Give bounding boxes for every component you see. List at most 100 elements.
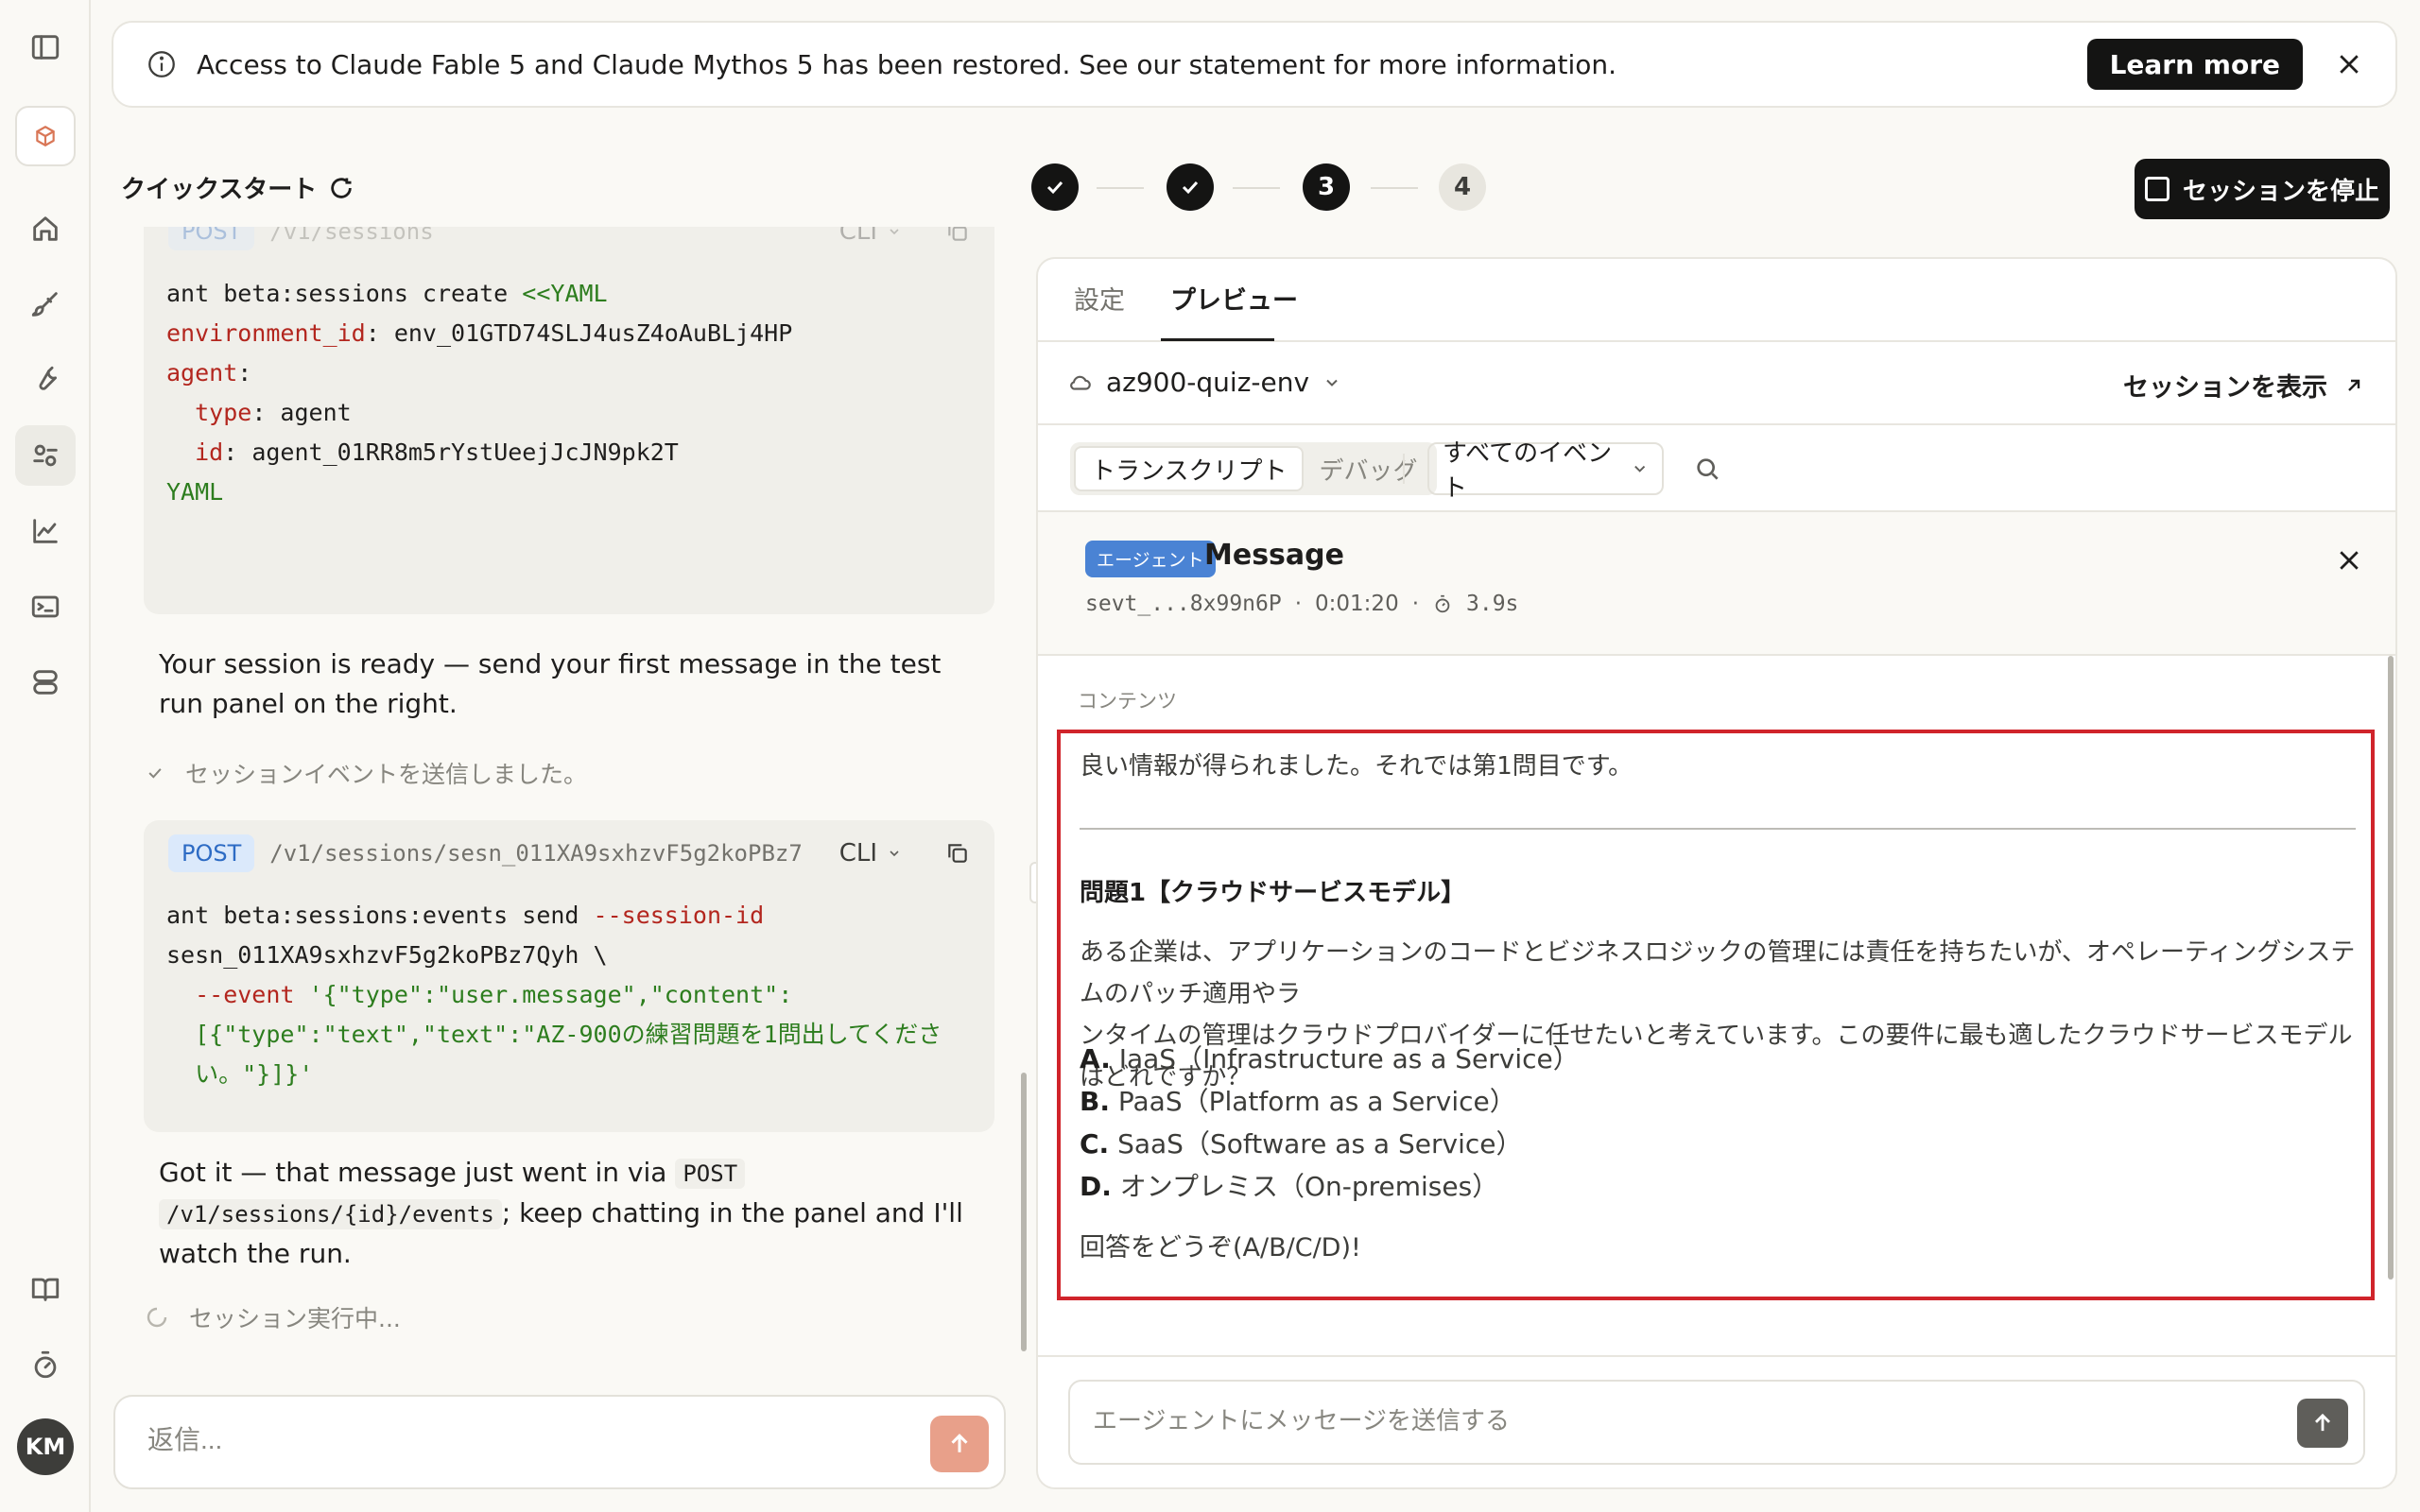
step-2 xyxy=(1167,163,1214,211)
stop-icon xyxy=(2144,177,2169,201)
agent-message-input[interactable] xyxy=(1093,1406,2227,1435)
code-card-send-event: POST /v1/sessions/sesn_011XA9sxhzvF5g2ko… xyxy=(144,820,994,1132)
cli-dropdown[interactable]: CLI xyxy=(839,839,902,868)
event-title: Message xyxy=(1204,539,1344,572)
code-card-create-session: POST /v1/sessions CLI ant beta:sessions … xyxy=(144,227,994,614)
answer-prompt: 回答をどうぞ(A/B/C/D)! xyxy=(1080,1233,1361,1263)
cli-dropdown[interactable]: CLI xyxy=(839,227,902,246)
banner-text: Access to Claude Fable 5 and Claude Myth… xyxy=(197,48,1617,80)
user-avatar[interactable]: KM xyxy=(17,1418,74,1475)
got-it-text: Got it — that message just went in via P… xyxy=(159,1157,963,1269)
event-filter-select[interactable]: すべてのイベント xyxy=(1427,439,1664,503)
stop-session-button[interactable]: セッションを停止 xyxy=(2135,159,2390,219)
view-session-link[interactable]: セッションを表示 xyxy=(2123,367,2365,404)
docs-book-icon[interactable] xyxy=(15,1259,76,1319)
option-a: A. IaaS（Infrastructure as a Service） xyxy=(1080,1043,1580,1074)
step-4: 4 xyxy=(1439,163,1486,211)
copy-icon[interactable] xyxy=(945,227,970,244)
timer-icon[interactable] xyxy=(15,1334,76,1395)
info-icon xyxy=(148,51,175,77)
inline-code: POST xyxy=(675,1159,746,1189)
send-button[interactable] xyxy=(2297,1399,2348,1448)
endpoint-path: /v1/sessions xyxy=(269,227,434,245)
filter-row: トランスクリプト デバッグ すべてのイベント xyxy=(1038,425,2395,512)
event-id: sevt_...8x99n6P xyxy=(1085,592,1282,616)
preview-panel: 設定 プレビュー az900-quiz-env セッションを表示 トランスクリプ… xyxy=(1036,257,2397,1489)
check-icon xyxy=(1182,180,1199,195)
agent-message-composer xyxy=(1068,1380,2365,1465)
learn-more-button[interactable]: Learn more xyxy=(2086,39,2303,90)
agents-icon[interactable] xyxy=(15,425,76,486)
agent-badge: エージェント xyxy=(1085,541,1216,577)
refresh-icon[interactable] xyxy=(328,175,354,201)
option-b: B. PaaS（Platform as a Service） xyxy=(1080,1086,1516,1117)
quickstart-title: クイックスタート xyxy=(121,170,354,205)
tab-preview[interactable]: プレビュー xyxy=(1170,280,1298,317)
step-connector xyxy=(1371,187,1418,189)
integrations-icon[interactable] xyxy=(15,652,76,713)
endpoint-path: /v1/sessions/sesn_011XA9sxhzvF5g2koPBz7 xyxy=(269,840,803,867)
horizontal-rule xyxy=(1080,828,2356,830)
chevron-down-icon xyxy=(1634,465,1645,472)
method-badge: POST xyxy=(168,834,255,872)
step-connector xyxy=(1097,187,1144,189)
code-block: ant beta:sessions create <<YAML environm… xyxy=(166,280,793,506)
option-c: C. SaaS（Software as a Service） xyxy=(1080,1128,1523,1160)
question-title: 問題1【クラウドサービスモデル】 xyxy=(1080,879,1466,907)
spinner-icon xyxy=(147,1307,167,1328)
check-icon xyxy=(1046,180,1063,195)
stopwatch-icon xyxy=(1435,594,1450,613)
running-status: セッション実行中... xyxy=(146,1300,401,1334)
content-label: コンテンツ xyxy=(1078,690,1177,713)
inline-code: /v1/sessions/{id}/events xyxy=(159,1199,502,1229)
arrow-up-icon xyxy=(951,1434,968,1452)
brush-icon[interactable] xyxy=(15,274,76,335)
step-3: 3 xyxy=(1303,163,1350,211)
option-d: D. オンプレミス（On-premises） xyxy=(1080,1171,1499,1202)
step-connector xyxy=(1233,187,1280,189)
wrench-icon[interactable] xyxy=(15,350,76,410)
content-scrollbar[interactable] xyxy=(2388,656,2394,1280)
reply-input[interactable] xyxy=(147,1425,904,1455)
environment-row: az900-quiz-env セッションを表示 xyxy=(1038,342,2395,425)
view-toggle: トランスクリプト デバッグ xyxy=(1070,442,1437,495)
panel-tabs: 設定 プレビュー xyxy=(1038,259,2395,342)
close-icon[interactable] xyxy=(2335,546,2363,575)
left-scrollbar[interactable] xyxy=(1021,1073,1027,1351)
intro-text: 良い情報が得られました。それでは第1問目です。 xyxy=(1080,752,1634,781)
cloud-icon xyxy=(1070,375,1091,390)
reply-send-button[interactable] xyxy=(930,1416,989,1472)
chevron-down-icon xyxy=(1326,379,1338,387)
sent-status-text: セッションイベントを送信しました。 xyxy=(185,761,588,788)
copy-icon[interactable] xyxy=(945,841,970,866)
workspace-box-icon[interactable] xyxy=(15,106,76,166)
toggle-transcript[interactable]: トランスクリプト xyxy=(1074,446,1305,491)
event-duration: 3.9s xyxy=(1466,592,1519,616)
active-tab-indicator xyxy=(1161,338,1274,341)
search-icon[interactable] xyxy=(1692,454,1722,484)
terminal-icon[interactable] xyxy=(15,576,76,637)
tab-settings[interactable]: 設定 xyxy=(1074,280,1125,317)
answer-options: A. IaaS（Infrastructure as a Service） B. … xyxy=(1080,1038,2365,1208)
close-icon[interactable] xyxy=(2335,50,2363,78)
home-icon[interactable] xyxy=(15,198,76,259)
reply-composer xyxy=(113,1395,1006,1489)
method-badge: POST xyxy=(168,227,255,250)
external-link-icon xyxy=(2348,379,2360,391)
sidebar-toggle-icon[interactable] xyxy=(15,17,76,77)
sent-status: セッションイベントを送信しました。 xyxy=(146,756,587,790)
arrow-up-icon xyxy=(2315,1413,2330,1432)
code-block: ant beta:sessions:events send --session-… xyxy=(166,902,942,1088)
toggle-debug[interactable]: デバッグ xyxy=(1304,446,1432,491)
content-highlight-box: 良い情報が得られました。それでは第1問目です。 問題1【クラウドサービスモデル】… xyxy=(1057,730,2375,1300)
environment-dropdown[interactable]: az900-quiz-env xyxy=(1068,367,1341,398)
check-icon xyxy=(148,768,162,779)
step-1 xyxy=(1031,163,1079,211)
divider xyxy=(1403,454,1405,484)
left-rail: KM xyxy=(0,0,91,1512)
announcement-banner: Access to Claude Fable 5 and Claude Myth… xyxy=(112,21,2397,108)
divider xyxy=(1038,1355,2395,1357)
analytics-icon[interactable] xyxy=(15,501,76,561)
quickstart-title-label: クイックスタート xyxy=(121,176,318,204)
quickstart-transcript[interactable]: POST /v1/sessions CLI ant beta:sessions … xyxy=(91,227,1027,1380)
